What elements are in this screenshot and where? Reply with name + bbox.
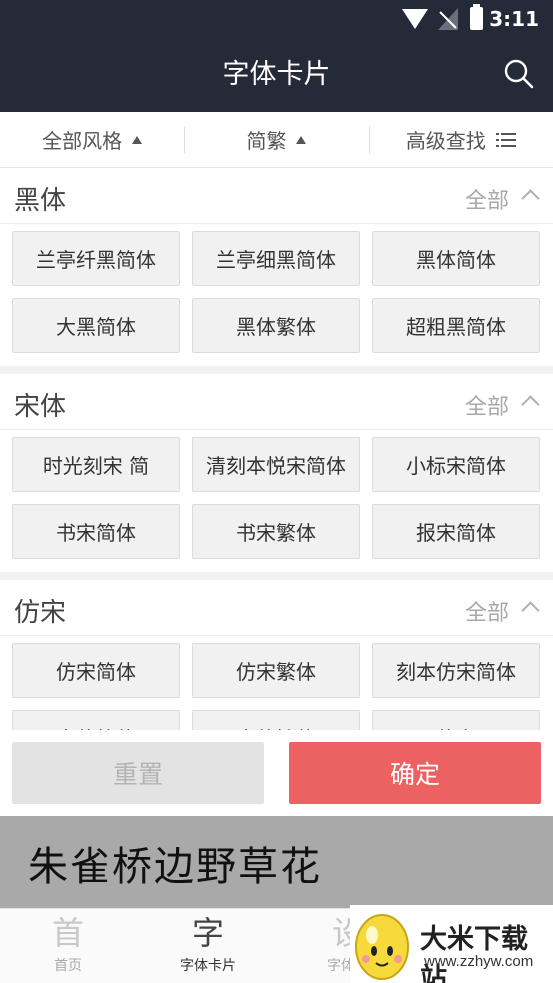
nav-font-cards[interactable]: 字 字体卡片 xyxy=(148,913,268,975)
font-chip[interactable]: 刻本仿宋简体 xyxy=(372,643,540,698)
watermark-url: www.zzhyw.com xyxy=(424,953,534,970)
status-bar: 3:11 xyxy=(0,0,553,38)
font-chip[interactable]: 黑体简体 xyxy=(372,231,540,286)
caret-up-icon xyxy=(296,135,307,144)
font-chip[interactable]: 仿宋简体 xyxy=(12,643,180,698)
section-header[interactable]: 黑体 全部 xyxy=(0,168,553,224)
font-preview: 朱雀桥边野草花 xyxy=(0,816,553,908)
font-chip[interactable]: 小标宋简体 xyxy=(372,437,540,492)
section-header[interactable]: 宋体 全部 xyxy=(0,374,553,430)
chevron-up-icon[interactable] xyxy=(521,395,540,414)
wifi-icon xyxy=(402,9,428,29)
filter-simplified-traditional-label: 简繁 xyxy=(246,129,287,153)
section-all-link[interactable]: 全部 xyxy=(465,595,509,627)
filter-style[interactable]: 全部风格 xyxy=(0,112,184,167)
watermark-name: 大米下载站 xyxy=(420,924,528,983)
section-all-link[interactable]: 全部 xyxy=(465,389,509,421)
section-header[interactable]: 仿宋 全部 xyxy=(0,580,553,636)
search-icon[interactable] xyxy=(503,58,535,90)
chevron-up-icon[interactable] xyxy=(521,189,540,208)
filter-advanced-search-label: 高级查找 xyxy=(405,129,486,153)
egg-mascot-icon xyxy=(355,914,409,980)
status-time: 3:11 xyxy=(489,7,539,31)
font-category-list[interactable]: 黑体 全部 兰亭纤黑简体 兰亭细黑简体 黑体简体 大黑简体 黑体繁体 超粗黑简体… xyxy=(0,168,553,730)
nav-home-label: 首页 xyxy=(54,958,82,974)
filter-style-label: 全部风格 xyxy=(42,129,123,153)
font-chip[interactable]: 超粗黑简体 xyxy=(372,298,540,353)
font-chip[interactable]: 古仿繁体 xyxy=(192,710,360,730)
font-chip[interactable]: 黑体繁体 xyxy=(192,298,360,353)
font-card-icon: 字 xyxy=(191,914,224,952)
watermark: 大米下载站 www.zzhyw.com xyxy=(350,905,553,983)
no-signal-icon xyxy=(438,8,458,30)
filter-bar: 全部风格 简繁 高级查找 xyxy=(0,112,553,168)
confirm-button[interactable]: 确定 xyxy=(289,742,541,804)
page-title: 字体卡片 xyxy=(222,59,331,90)
font-chip[interactable]: 时光刻宋 简 xyxy=(12,437,180,492)
caret-up-icon xyxy=(132,135,143,144)
section-title: 宋体 xyxy=(14,392,67,422)
font-chip[interactable]: 仿宋 xyxy=(372,710,540,730)
font-chip[interactable]: 清刻本悦宋简体 xyxy=(192,437,360,492)
home-icon: 首 xyxy=(51,914,84,952)
chevron-up-icon[interactable] xyxy=(521,601,540,620)
font-chip[interactable]: 书宋简体 xyxy=(12,504,180,559)
font-chip[interactable]: 书宋繁体 xyxy=(192,504,360,559)
section-heiti: 黑体 全部 兰亭纤黑简体 兰亭细黑简体 黑体简体 大黑简体 黑体繁体 超粗黑简体 xyxy=(0,168,553,366)
section-fangsong: 仿宋 全部 仿宋简体 仿宋繁体 刻本仿宋简体 古仿简体 古仿繁体 仿宋 xyxy=(0,580,553,730)
section-all-link[interactable]: 全部 xyxy=(465,183,509,215)
font-chip[interactable]: 古仿简体 xyxy=(12,710,180,730)
action-bar: 重置 确定 xyxy=(0,730,553,816)
app-header: 3:11 字体卡片 xyxy=(0,0,553,112)
nav-home[interactable]: 首 首页 xyxy=(8,913,128,975)
filter-simplified-traditional[interactable]: 简繁 xyxy=(184,112,368,167)
section-title: 黑体 xyxy=(14,186,67,216)
font-chip[interactable]: 大黑简体 xyxy=(12,298,180,353)
section-title: 仿宋 xyxy=(14,598,67,628)
section-songti: 宋体 全部 时光刻宋 简 清刻本悦宋简体 小标宋简体 书宋简体 书宋繁体 报宋简… xyxy=(0,374,553,572)
battery-icon xyxy=(470,4,483,30)
font-chip[interactable]: 兰亭纤黑简体 xyxy=(12,231,180,286)
preview-text: 朱雀桥边野草花 xyxy=(28,844,322,890)
reset-button[interactable]: 重置 xyxy=(12,742,264,804)
list-icon xyxy=(495,132,516,148)
font-chip[interactable]: 报宋简体 xyxy=(372,504,540,559)
font-chip[interactable]: 兰亭细黑简体 xyxy=(192,231,360,286)
filter-advanced-search[interactable]: 高级查找 xyxy=(368,112,553,167)
nav-font-cards-label: 字体卡片 xyxy=(180,958,236,974)
font-chip[interactable]: 仿宋繁体 xyxy=(192,643,360,698)
